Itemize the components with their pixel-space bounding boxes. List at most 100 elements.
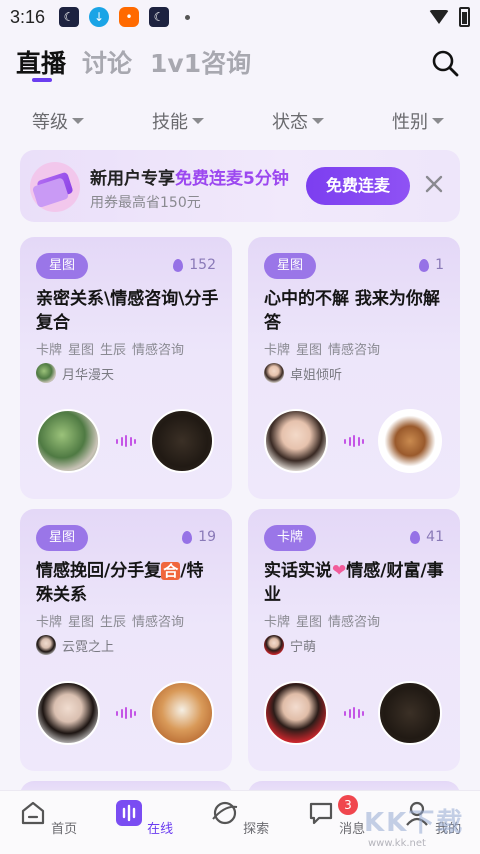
wifi-icon bbox=[429, 10, 449, 24]
tab-live[interactable]: 直播 bbox=[16, 44, 66, 80]
chat-icon bbox=[309, 802, 333, 825]
card-tag: 星图 bbox=[264, 253, 316, 279]
card-title-part: 实话实说 bbox=[264, 561, 332, 581]
guest-avatar bbox=[378, 409, 442, 473]
new-user-promo-banner[interactable]: 新用户专享免费连麦5分钟 用券最高省150元 免费连麦 bbox=[20, 150, 460, 222]
host-avatar-large bbox=[36, 681, 100, 745]
guest-avatar bbox=[378, 681, 442, 745]
moon-app-icon: ☾ bbox=[149, 7, 170, 27]
watermark-url: www.kk.net bbox=[368, 838, 426, 849]
home-icon bbox=[21, 801, 45, 825]
shop-app-icon: • bbox=[119, 7, 140, 27]
unread-badge: 3 bbox=[338, 795, 358, 815]
heart-icon: ❤ bbox=[332, 561, 347, 581]
search-icon[interactable] bbox=[430, 48, 460, 78]
flame-icon bbox=[173, 258, 184, 272]
caret-down-icon bbox=[72, 118, 84, 124]
host-name: 月华漫天 bbox=[62, 367, 115, 383]
heat-count: 41 bbox=[410, 529, 444, 545]
nav-label: 首页 bbox=[51, 822, 78, 837]
skill-tag: 情感咨询 bbox=[132, 343, 185, 358]
nav-online[interactable]: 在线 bbox=[114, 799, 174, 837]
filter-label: 等级 bbox=[32, 112, 68, 133]
live-room-card[interactable]: 星图 19 情感挽回/分手复合/特殊关系 卡牌 星图 生辰 情感咨询 云霓之上 bbox=[20, 509, 232, 771]
host-info: 宁萌 bbox=[264, 635, 316, 655]
skill-tag: 生辰 bbox=[100, 615, 127, 630]
skill-tag: 星图 bbox=[296, 343, 323, 358]
flame-icon bbox=[410, 530, 421, 544]
filter-label: 性别 bbox=[392, 112, 428, 133]
planet-icon bbox=[212, 801, 238, 825]
card-title: 亲密关系\情感咨询\分手复合 bbox=[36, 289, 219, 333]
flame-icon bbox=[419, 258, 430, 272]
heat-value: 41 bbox=[426, 529, 444, 545]
heat-value: 152 bbox=[189, 257, 216, 273]
nav-messages[interactable]: 3 消息 bbox=[306, 795, 366, 837]
card-tag: 卡牌 bbox=[264, 525, 316, 551]
skill-tag: 星图 bbox=[296, 615, 323, 630]
host-avatar bbox=[36, 363, 56, 383]
host-name: 宁萌 bbox=[290, 639, 317, 655]
filter-level[interactable]: 等级 bbox=[32, 108, 84, 134]
free-connect-button[interactable]: 免费连麦 bbox=[306, 167, 410, 205]
host-avatar bbox=[264, 635, 284, 655]
filter-status[interactable]: 状态 bbox=[272, 108, 324, 134]
guest-avatar bbox=[150, 681, 214, 745]
banner-subtitle: 用券最高省150元 bbox=[90, 195, 201, 211]
host-name: 云霓之上 bbox=[62, 639, 115, 655]
heat-value: 1 bbox=[435, 257, 444, 273]
active-tab-indicator bbox=[32, 78, 52, 82]
nav-explore[interactable]: 探索 bbox=[210, 799, 270, 837]
filter-label: 技能 bbox=[152, 112, 188, 133]
caret-down-icon bbox=[432, 118, 444, 124]
nav-home[interactable]: 首页 bbox=[18, 799, 78, 837]
banner-title-prefix: 新用户专享 bbox=[90, 169, 175, 189]
banner-title: 新用户专享免费连麦5分钟 bbox=[90, 164, 289, 189]
banner-title-highlight: 免费连麦5分钟 bbox=[175, 169, 289, 189]
watermark: KK下载 bbox=[364, 808, 465, 838]
skill-tag: 情感咨询 bbox=[328, 343, 381, 358]
skill-tag: 卡牌 bbox=[264, 615, 291, 630]
card-tag: 星图 bbox=[36, 253, 88, 279]
skill-tag: 卡牌 bbox=[36, 615, 63, 630]
skill-tag: 情感咨询 bbox=[328, 615, 381, 630]
host-avatar-large bbox=[264, 681, 328, 745]
skill-tag: 星图 bbox=[68, 343, 95, 358]
skill-tags: 卡牌 星图 生辰 情感咨询 bbox=[36, 611, 190, 630]
skill-tag: 卡牌 bbox=[36, 343, 63, 358]
caret-down-icon bbox=[192, 118, 204, 124]
download-icon: ↓ bbox=[89, 7, 110, 27]
live-room-card[interactable]: 星图 1 心中的不解 我来为你解答 卡牌 星图 情感咨询 卓姐倾听 bbox=[248, 237, 460, 499]
skill-tag: 情感咨询 bbox=[132, 615, 185, 630]
filter-skill[interactable]: 技能 bbox=[152, 108, 204, 134]
close-icon[interactable] bbox=[424, 174, 444, 194]
nav-label: 在线 bbox=[147, 822, 174, 837]
host-avatar bbox=[36, 635, 56, 655]
host-name: 卓姐倾听 bbox=[290, 367, 343, 383]
filter-gender[interactable]: 性别 bbox=[392, 108, 444, 134]
heat-count: 19 bbox=[182, 529, 216, 545]
heat-value: 19 bbox=[198, 529, 216, 545]
tab-1v1-consult[interactable]: 1v1咨询 bbox=[150, 44, 251, 80]
caret-down-icon bbox=[312, 118, 324, 124]
host-avatar-large bbox=[36, 409, 100, 473]
skill-tag: 星图 bbox=[68, 615, 95, 630]
skill-tags: 卡牌 星图 情感咨询 bbox=[264, 339, 386, 358]
live-room-card[interactable]: 卡牌 41 实话实说❤情感/财富/事业 卡牌 星图 情感咨询 宁萌 bbox=[248, 509, 460, 771]
card-title-part: 情感挽回/分手复 bbox=[36, 561, 162, 581]
card-title: 实话实说❤情感/财富/事业 bbox=[264, 559, 448, 607]
moon-app-icon: ☾ bbox=[59, 7, 80, 27]
skill-tag: 生辰 bbox=[100, 343, 127, 358]
card-tag: 星图 bbox=[36, 525, 88, 551]
voice-wave-icon bbox=[116, 707, 136, 719]
host-info: 卓姐倾听 bbox=[264, 363, 342, 383]
battery-icon bbox=[459, 7, 470, 27]
tab-discussion[interactable]: 讨论 bbox=[82, 44, 132, 80]
heat-count: 1 bbox=[419, 257, 444, 273]
live-room-card[interactable]: 星图 152 亲密关系\情感咨询\分手复合 卡牌 星图 生辰 情感咨询 月华漫天 bbox=[20, 237, 232, 499]
host-avatar bbox=[264, 363, 284, 383]
voice-wave-icon bbox=[344, 435, 364, 447]
filter-bar: 等级 技能 状态 性别 bbox=[0, 108, 480, 136]
host-info: 月华漫天 bbox=[36, 363, 114, 383]
voice-wave-icon bbox=[344, 707, 364, 719]
